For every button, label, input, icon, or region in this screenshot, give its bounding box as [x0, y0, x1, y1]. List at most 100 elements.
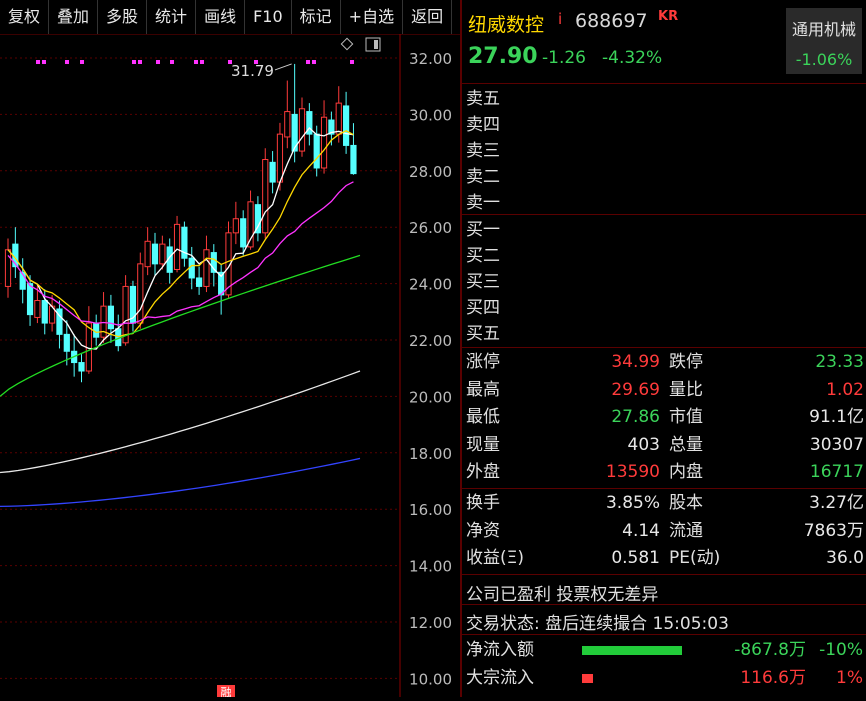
quote-row: 换手 3.85% 股本 3.27亿: [462, 490, 866, 517]
divider: [462, 574, 866, 575]
stock-code: 688697: [575, 10, 648, 32]
flow-value: -867.8万: [734, 640, 806, 660]
y-tick-label: 28.00: [409, 163, 452, 181]
stock-name[interactable]: 纽威数控: [468, 10, 544, 37]
quote-label: 最高: [466, 379, 500, 400]
quote-label: 股本: [669, 493, 703, 513]
quote-label: 总量: [669, 434, 703, 455]
candle-up: [144, 240, 151, 268]
flow-label: 净流入额: [466, 640, 534, 660]
divider: [462, 214, 866, 215]
ask-level[interactable]: 卖五: [466, 86, 500, 112]
profit-note: 公司已盈利 投票权无差异: [466, 585, 659, 605]
kr-tag: KR: [658, 9, 679, 24]
quote-label: 净资: [466, 520, 500, 541]
toolbar-button[interactable]: 多股: [98, 0, 148, 34]
toolbar-button[interactable]: 画线: [196, 0, 246, 34]
quote-value: 36.0: [826, 548, 864, 568]
peak-arrow: [274, 63, 292, 71]
candle-up: [34, 300, 41, 318]
margin-badge-label: 融: [221, 686, 232, 697]
candle-up: [232, 218, 239, 234]
y-tick-label: 22.00: [409, 332, 452, 350]
toolbar-button[interactable]: 标记: [292, 0, 341, 34]
candle-down: [313, 133, 320, 169]
divider: [462, 604, 866, 605]
quote-label: 收益(Ξ): [466, 548, 525, 568]
candle-up: [159, 243, 166, 265]
quote-value: 13590: [605, 462, 660, 482]
toolbar-button[interactable]: +自选: [341, 0, 404, 34]
divider: [462, 488, 866, 489]
y-tick-label: 16.00: [409, 501, 452, 519]
quote-value: 23.33: [815, 352, 864, 372]
ask-level[interactable]: 卖四: [466, 112, 500, 138]
signal-dot: [200, 60, 204, 64]
y-tick-label: 10.00: [409, 670, 452, 688]
quote-value: 0.581: [611, 548, 660, 568]
quote-value: 3.27亿: [809, 493, 864, 513]
kline-chart[interactable]: 32.00 30.00 28.00 26.00 24.00 22.00 20.00 18.00…: [0, 34, 460, 699]
candle-down: [350, 144, 357, 175]
kline-svg[interactable]: 32.00 30.00 28.00 26.00 24.00 22.00 20.00 18.00…: [0, 34, 460, 699]
quote-label: 流通: [669, 520, 703, 541]
signal-dot: [132, 60, 136, 64]
divider: [462, 347, 866, 348]
quote-row: 最高 29.69 量比 1.02: [462, 377, 866, 404]
last-price: 27.90: [468, 44, 538, 69]
toolbar-button[interactable]: 返回: [403, 0, 453, 34]
candle-down: [93, 322, 100, 338]
quote-value: 4.14: [622, 520, 660, 541]
quote-label: PE(动): [669, 548, 721, 568]
candle-down: [26, 283, 34, 316]
quote-label: 跌停: [669, 352, 703, 372]
sector-change: -1.06%: [795, 50, 853, 69]
signal-dot: [194, 60, 198, 64]
toolbar-button[interactable]: 叠加: [49, 0, 99, 34]
ask-level[interactable]: 卖二: [466, 164, 500, 190]
signal-dot: [156, 60, 160, 64]
flow-pct: 1%: [836, 668, 863, 688]
toolbar-button[interactable]: 复权: [0, 0, 50, 34]
bid-level[interactable]: 买四: [466, 295, 500, 321]
divider: [462, 83, 866, 84]
signal-dot: [170, 60, 174, 64]
info-flag[interactable]: i: [558, 10, 562, 28]
candle-up: [203, 249, 210, 287]
quote-row: 最低 27.86 市值 91.1亿: [462, 404, 866, 431]
quote-value: 29.69: [611, 379, 660, 400]
candle-down: [151, 243, 159, 265]
toolbar-button[interactable]: F10: [245, 0, 292, 34]
flow-value: 116.6万: [740, 668, 806, 688]
candle-down: [78, 362, 85, 372]
ask-level[interactable]: 卖一: [466, 190, 500, 216]
bid-level[interactable]: 买三: [466, 269, 500, 295]
signal-dot: [42, 60, 46, 64]
candle-down: [41, 300, 48, 324]
chart-toolbar: 复权 叠加 多股 统计 画线 F10 标记 +自选 返回: [0, 0, 460, 35]
trade-status: 交易状态: 盘后连续撮合 15:05:03: [466, 614, 729, 634]
candle-up: [4, 249, 12, 287]
candle-up: [262, 159, 269, 234]
quote-value: 403: [627, 434, 660, 455]
quote-label: 量比: [669, 379, 703, 400]
ma20-line: [7, 181, 354, 326]
candle-down: [196, 277, 203, 287]
bid-level[interactable]: 买二: [466, 243, 500, 269]
quote-row: 现量 403 总量 30307: [462, 432, 866, 459]
quote-label: 涨停: [466, 352, 500, 372]
bid-level[interactable]: 买五: [466, 321, 500, 347]
toolbar-button[interactable]: 统计: [147, 0, 197, 34]
candle-down: [269, 161, 276, 183]
quote-value: 16717: [809, 462, 864, 482]
sector-box[interactable]: 通用机械 -1.06%: [786, 8, 862, 74]
quote-value: 91.1亿: [809, 407, 864, 427]
bid-level[interactable]: 买一: [466, 217, 500, 243]
signal-dot: [65, 60, 69, 64]
panel-toggle-icon-fill: [374, 40, 378, 49]
quote-label: 市值: [669, 407, 703, 427]
diamond-icon: [340, 37, 354, 51]
peak-label: 31.79: [231, 62, 274, 80]
ask-level[interactable]: 卖三: [466, 138, 500, 164]
quote-label: 外盘: [466, 462, 500, 482]
